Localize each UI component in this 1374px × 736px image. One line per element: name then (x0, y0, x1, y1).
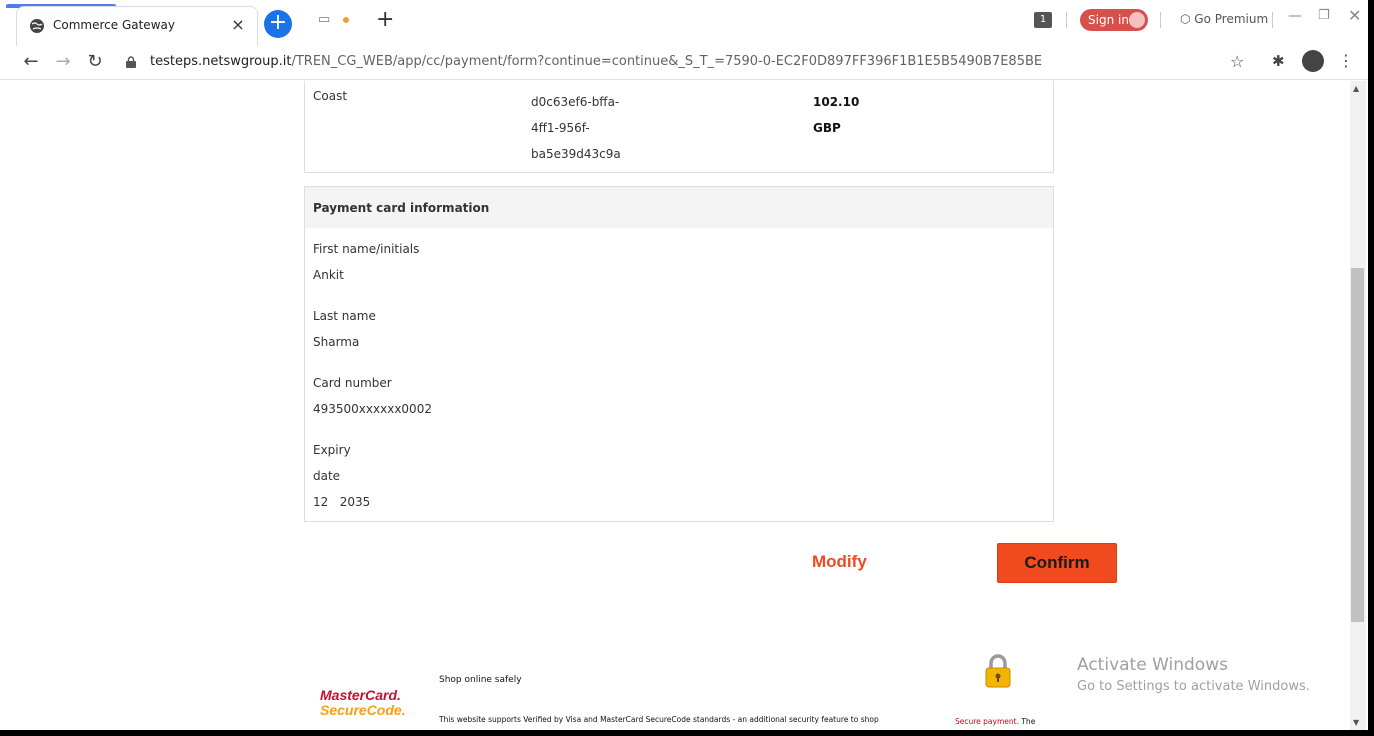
secure-payment-text: Secure payment. The (955, 717, 1035, 726)
card-number-label: Card number (313, 376, 392, 390)
activate-windows-watermark: Activate Windows Go to Settings to activ… (1077, 655, 1310, 694)
last-name-value: Sharma (313, 335, 360, 349)
shop-safely-description: This website supports Verified by Visa a… (439, 715, 879, 724)
globe-icon (30, 19, 44, 33)
card-number-value: 493500xxxxxx0002 (313, 402, 432, 416)
minimize-icon[interactable]: — (1288, 8, 1302, 24)
lock-icon[interactable] (126, 56, 136, 68)
order-id-line: ba5e39d43c9a (531, 147, 621, 161)
expiry-label-date: date (313, 469, 341, 483)
order-id-line: 4ff1-956f- (531, 121, 590, 135)
order-summary-box: Coast d0c63ef6-bffa- 4ff1-956f- ba5e39d4… (304, 81, 1054, 173)
sign-in-label: Sign in (1088, 13, 1129, 27)
amount-value: 102.10 (813, 95, 860, 109)
tab-commerce-gateway[interactable]: Commerce Gateway × (16, 6, 258, 46)
order-id-line: d0c63ef6-bffa- (531, 95, 620, 109)
last-name-label: Last name (313, 309, 376, 323)
mastercard-securecode-logo: MasterCard. SecureCode. (320, 688, 406, 718)
page-content: Coast d0c63ef6-bffa- 4ff1-956f- ba5e39d4… (0, 81, 1350, 736)
order-id: d0c63ef6-bffa- 4ff1-956f- ba5e39d43c9a (531, 89, 621, 167)
close-tab-icon[interactable]: × (229, 15, 247, 34)
watermark-title: Activate Windows (1077, 655, 1228, 675)
vertical-scrollbar[interactable]: ▲ ▼ (1350, 81, 1366, 730)
scrollbar-thumb[interactable] (1351, 268, 1364, 622)
shop-safely-title: Shop online safely (439, 675, 522, 685)
logo-line-2: SecureCode. (320, 702, 406, 718)
first-name-value: Ankit (313, 268, 344, 282)
menu-kebab-icon[interactable]: ⋮ (1338, 51, 1354, 70)
window-border (0, 730, 1374, 736)
url-host: testeps.netswgroup.it (150, 54, 292, 69)
url-text[interactable]: testeps.netswgroup.it/TREN_CG_WEB/app/cc… (150, 54, 1042, 69)
browser-window: Commerce Gateway × + ▭ + 1 Sign in ⬡ Go … (0, 0, 1374, 736)
tab-count-badge[interactable]: 1 (1034, 12, 1052, 28)
extensions-puzzle-icon[interactable]: ✱ (1272, 52, 1285, 70)
window-border (1368, 0, 1374, 736)
avatar-icon (1129, 12, 1145, 28)
secure-payment-rest: The (1018, 717, 1036, 726)
secure-payment-label: Secure payment. (955, 717, 1019, 726)
address-bar[interactable]: testeps.netswgroup.it/TREN_CG_WEB/app/cc… (112, 47, 1262, 77)
payment-card-box: Payment card information First name/init… (304, 186, 1054, 522)
notification-dot-icon (343, 17, 349, 23)
sign-in-button[interactable]: Sign in (1080, 9, 1148, 31)
close-window-icon[interactable]: ✕ (1348, 6, 1361, 25)
expiry-label: Expiry (313, 443, 351, 457)
confirm-button[interactable]: Confirm (997, 543, 1117, 583)
forward-arrow-icon[interactable]: → (52, 51, 74, 72)
logo-line-1: MasterCard. (320, 687, 401, 703)
divider (1160, 12, 1161, 28)
divider (1066, 12, 1067, 28)
scroll-up-arrow-icon[interactable]: ▲ (1353, 84, 1359, 93)
go-premium-button[interactable]: ⬡ Go Premium (1180, 12, 1268, 26)
tab-strip: Commerce Gateway × + ▭ + 1 Sign in ⬡ Go … (0, 0, 1374, 46)
restore-icon[interactable]: ❐ (1318, 8, 1330, 23)
divider (1272, 12, 1273, 28)
profile-icon[interactable] (1302, 50, 1324, 72)
modify-link[interactable]: Modify (812, 552, 867, 572)
reload-icon[interactable]: ↻ (84, 51, 106, 72)
back-arrow-icon[interactable]: ← (20, 51, 42, 72)
amount-currency: GBP (813, 121, 841, 135)
browser-toolbar: ← → ↻ testeps.netswgroup.it/TREN_CG_WEB/… (0, 46, 1374, 80)
watermark-subtitle: Go to Settings to activate Windows. (1077, 679, 1310, 694)
order-name: Coast (313, 89, 348, 103)
card-section-heading: Payment card information (305, 187, 1053, 228)
first-name-label: First name/initials (313, 242, 420, 256)
scroll-down-arrow-icon[interactable]: ▼ (1353, 718, 1359, 727)
url-path: /TREN_CG_WEB/app/cc/payment/form?continu… (291, 54, 1043, 69)
premium-label: Go Premium (1194, 12, 1269, 26)
new-tab-button[interactable]: + (264, 10, 292, 38)
order-amount: 102.10 GBP (813, 89, 859, 141)
padlock-icon (985, 654, 1011, 688)
monitor-icon[interactable]: ▭ (318, 12, 330, 27)
expiry-value: 12 2035 (313, 495, 371, 509)
tab-title: Commerce Gateway (53, 18, 175, 32)
bookmark-star-icon[interactable]: ☆ (1230, 52, 1244, 71)
add-tab-button[interactable]: + (376, 7, 394, 32)
